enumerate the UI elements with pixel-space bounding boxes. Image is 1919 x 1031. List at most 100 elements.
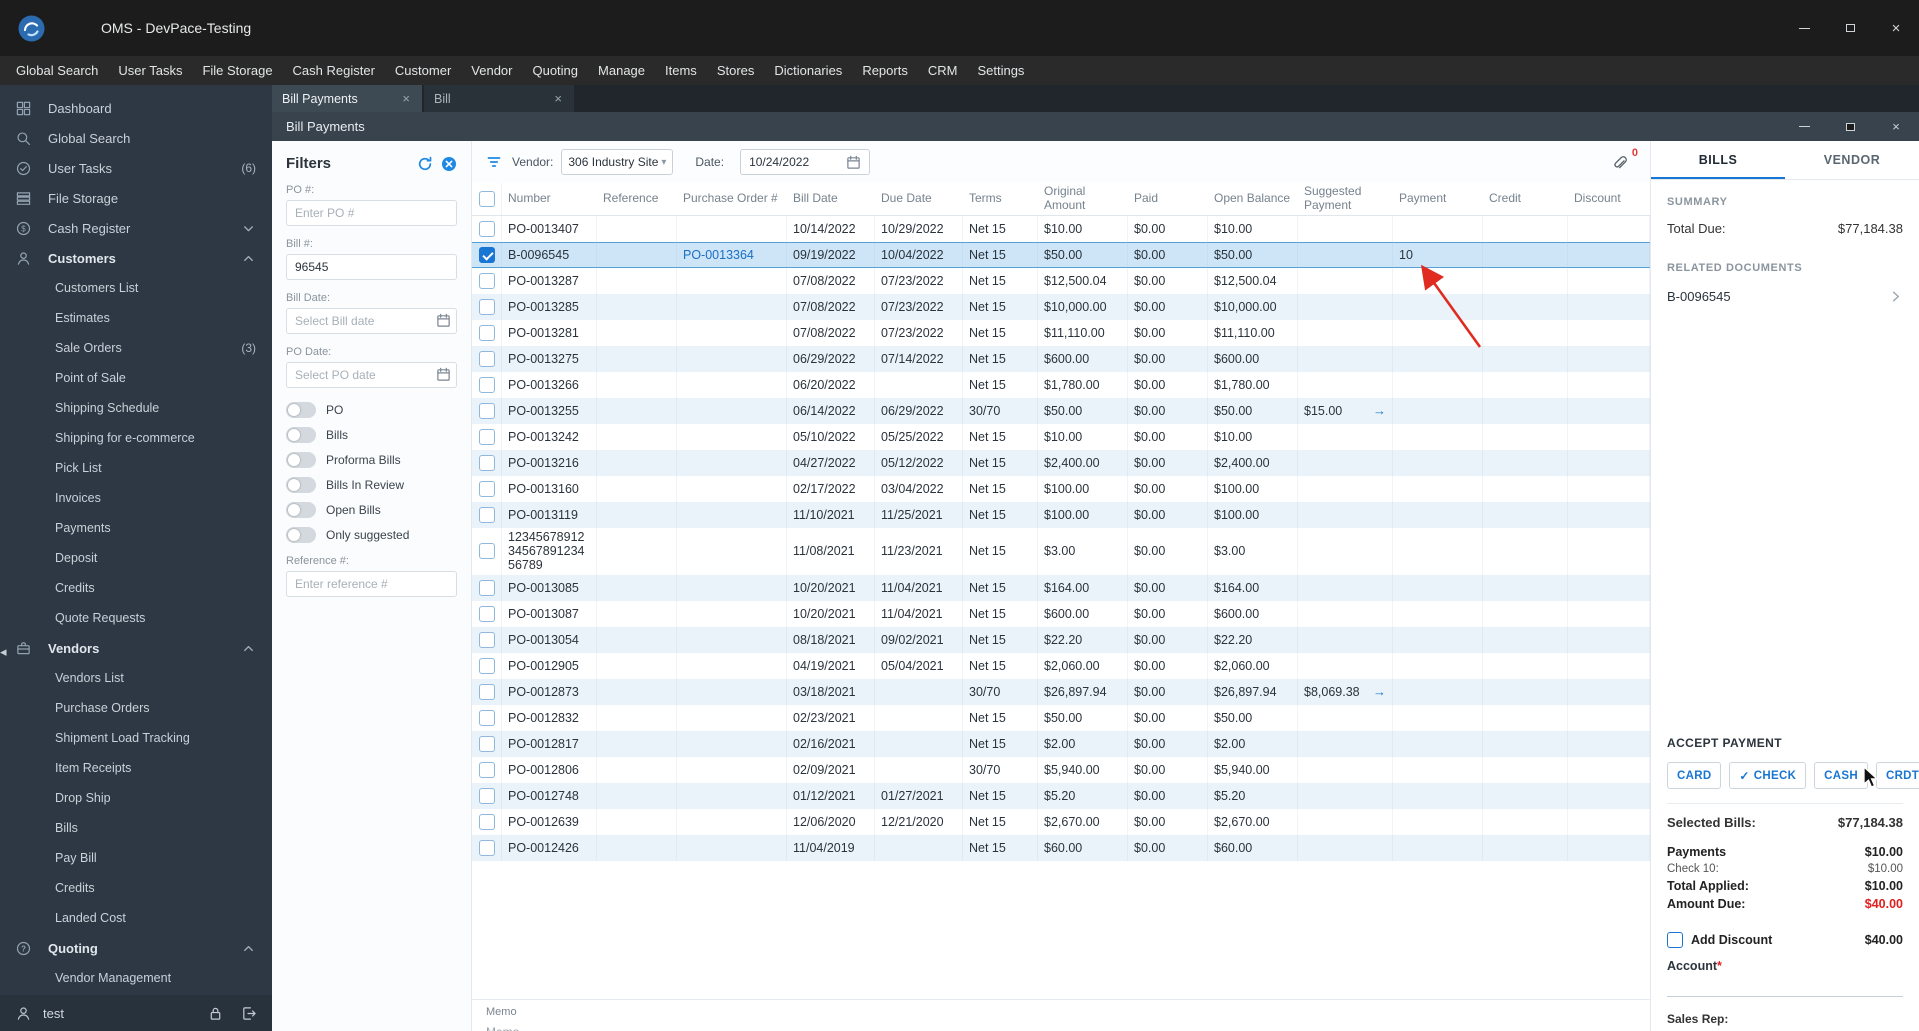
apply-suggested-arrow-icon[interactable]: →	[1373, 684, 1386, 699]
reference-input[interactable]	[286, 571, 457, 597]
payment-date-input[interactable]: 10/24/2022	[740, 149, 871, 175]
sidebar-item-customers[interactable]: Customers	[0, 243, 272, 273]
row-checkbox[interactable]	[478, 657, 495, 674]
sidebar-item-shipment-load-tracking[interactable]: Shipment Load Tracking	[0, 723, 272, 753]
row-checkbox[interactable]	[478, 480, 495, 497]
payment-input-cell[interactable]	[1393, 808, 1483, 835]
sidebar-item-pick-list[interactable]: Pick List	[0, 453, 272, 483]
payment-input-cell[interactable]	[1393, 423, 1483, 450]
po-number-input[interactable]	[286, 200, 457, 226]
column-header-due-date[interactable]: Due Date	[875, 190, 963, 208]
row-checkbox[interactable]	[478, 376, 495, 393]
sidebar-item-vendor-management[interactable]: Vendor Management	[0, 963, 272, 993]
bill-date-input[interactable]	[286, 308, 457, 334]
filter-icon[interactable]	[486, 154, 502, 170]
payment-method-card-button[interactable]: CARD	[1667, 762, 1722, 789]
clear-filters-button[interactable]	[441, 156, 457, 172]
row-checkbox[interactable]	[478, 709, 495, 726]
table-row[interactable]: PO-0013266 06/20/2022 Net 15 $1,780.00 $0.00…	[472, 371, 1650, 398]
column-header-suggested-payment[interactable]: Suggested Payment	[1298, 183, 1393, 215]
row-checkbox[interactable]	[478, 631, 495, 648]
row-checkbox[interactable]	[478, 761, 495, 778]
payment-input-cell[interactable]	[1393, 782, 1483, 809]
column-header-reference[interactable]: Reference	[597, 190, 677, 208]
payment-method-cash-button[interactable]: CASH	[1814, 762, 1868, 789]
column-header-payment[interactable]: Payment	[1393, 190, 1483, 208]
column-header-open-balance[interactable]: Open Balance	[1208, 190, 1298, 208]
toggle-bills[interactable]: Bills	[286, 427, 457, 443]
sidebar-item-deposit[interactable]: Deposit	[0, 543, 272, 573]
sidebar-item-payments[interactable]: Payments	[0, 513, 272, 543]
payment-input-cell[interactable]	[1393, 527, 1483, 575]
table-row[interactable]: PO-0012639 12/06/2020 12/21/2020 Net 15 $2,6…	[472, 808, 1650, 835]
row-checkbox[interactable]	[478, 428, 495, 445]
calendar-icon[interactable]	[436, 367, 451, 382]
table-row[interactable]: PO-0013275 06/29/2022 07/14/2022 Net 15 $600…	[472, 345, 1650, 372]
table-row[interactable]: PO-0013281 07/08/2022 07/23/2022 Net 15 $11,…	[472, 319, 1650, 346]
table-row[interactable]: PO-0013119 11/10/2021 11/25/2021 Net 15 $100…	[472, 501, 1650, 528]
add-discount-checkbox[interactable]	[1667, 932, 1683, 948]
table-row[interactable]: PO-0012748 01/12/2021 01/27/2021 Net 15 $5.2…	[472, 782, 1650, 809]
sidebar-item-pay-bill[interactable]: Pay Bill	[0, 843, 272, 873]
payment-input-cell[interactable]	[1393, 501, 1483, 528]
sidebar-item-quoting[interactable]: ? Quoting	[0, 933, 272, 963]
column-header-original-amount[interactable]: Original Amount	[1038, 183, 1128, 215]
menu-item-manage[interactable]: Manage	[588, 56, 655, 85]
sidebar-item-item-receipts[interactable]: Item Receipts	[0, 753, 272, 783]
toggle-switch[interactable]	[286, 427, 316, 443]
sidebar-item-dashboard[interactable]: Dashboard	[0, 93, 272, 123]
table-row[interactable]: PO-0012817 02/16/2021 Net 15 $2.00 $0.00 $2.0…	[472, 730, 1650, 757]
table-row[interactable]: PO-0012426 11/04/2019 Net 15 $60.00 $0.00 $60…	[472, 834, 1650, 861]
sidebar-item-user-tasks[interactable]: User Tasks (6)	[0, 153, 272, 183]
payment-input-cell[interactable]	[1393, 293, 1483, 320]
memo-input[interactable]: Memo	[486, 1025, 1636, 1031]
payment-input-cell[interactable]	[1393, 756, 1483, 783]
menu-item-global-search[interactable]: Global Search	[6, 56, 108, 85]
table-row[interactable]: PO-0012806 02/09/2021 30/70 $5,940.00 $0.00 $…	[472, 756, 1650, 783]
table-row[interactable]: PO-0013160 02/17/2022 03/04/2022 Net 15 $100…	[472, 475, 1650, 502]
payment-input-cell[interactable]	[1393, 345, 1483, 372]
sidebar-item-purchase-orders[interactable]: Purchase Orders	[0, 693, 272, 723]
payment-input-cell[interactable]	[1393, 574, 1483, 601]
sidebar-item-global-search[interactable]: Global Search	[0, 123, 272, 153]
payment-input-cell[interactable]	[1393, 371, 1483, 398]
row-checkbox[interactable]	[478, 813, 495, 830]
sidebar-item-bills[interactable]: Bills	[0, 813, 272, 843]
row-checkbox[interactable]	[478, 839, 495, 856]
column-header-bill-date[interactable]: Bill Date	[787, 190, 875, 208]
table-row[interactable]: PO-0013285 07/08/2022 07/23/2022 Net 15 $10,…	[472, 293, 1650, 320]
sidebar-item-customers-list[interactable]: Customers List	[0, 273, 272, 303]
panel-tab-vendor[interactable]: VENDOR	[1785, 141, 1919, 179]
payment-input-cell[interactable]	[1393, 215, 1483, 242]
maximize-button[interactable]	[1827, 0, 1873, 56]
toggle-switch[interactable]	[286, 502, 316, 518]
table-row[interactable]: PO-0013407 10/14/2022 10/29/2022 Net 15 $10.…	[472, 215, 1650, 242]
sidebar-item-shipping-schedule[interactable]: Shipping Schedule	[0, 393, 272, 423]
table-row[interactable]: PO-0012873 03/18/2021 30/70 $26,897.94 $0.00…	[472, 678, 1650, 705]
inner-restore-button[interactable]	[1827, 112, 1873, 141]
toggle-switch[interactable]	[286, 452, 316, 468]
payment-input-cell[interactable]	[1393, 600, 1483, 627]
table-row[interactable]: B-0096545 PO-0013364 09/19/2022 10/04/2022 N…	[472, 241, 1650, 268]
payment-input-cell[interactable]	[1393, 397, 1483, 424]
row-checkbox[interactable]	[478, 324, 495, 341]
refresh-filters-button[interactable]	[417, 156, 433, 172]
table-row[interactable]: PO-0013054 08/18/2021 09/02/2021 Net 15 $22.…	[472, 626, 1650, 653]
inner-minimize-button[interactable]	[1781, 112, 1827, 141]
payment-input-cell[interactable]	[1393, 730, 1483, 757]
panel-tab-bills[interactable]: BILLS	[1651, 141, 1785, 179]
row-checkbox[interactable]	[478, 579, 495, 596]
toggle-proforma-bills[interactable]: Proforma Bills	[286, 452, 457, 468]
tab-close-icon[interactable]: ×	[552, 91, 564, 106]
menu-item-user-tasks[interactable]: User Tasks	[108, 56, 192, 85]
column-header-purchase-order[interactable]: Purchase Order #	[677, 190, 787, 208]
table-row[interactable]: PO-0012905 04/19/2021 05/04/2021 Net 15 $2,0…	[472, 652, 1650, 679]
sidebar-collapse-handle[interactable]: ◂	[0, 645, 7, 658]
row-checkbox[interactable]	[478, 683, 495, 700]
related-document-row[interactable]: B-0096545	[1667, 289, 1903, 304]
table-row[interactable]: PO-0013216 04/27/2022 05/12/2022 Net 15 $2,4…	[472, 449, 1650, 476]
row-checkbox[interactable]	[478, 246, 495, 263]
row-checkbox[interactable]	[478, 543, 495, 560]
row-checkbox[interactable]	[478, 350, 495, 367]
menu-item-settings[interactable]: Settings	[967, 56, 1034, 85]
